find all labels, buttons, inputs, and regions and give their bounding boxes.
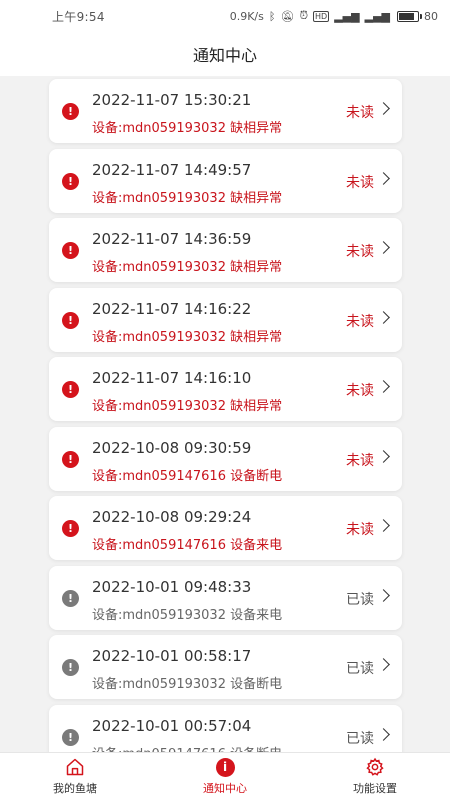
battery-level: 80 [424, 9, 438, 23]
notification-time: 2022-11-07 14:36:59 [92, 230, 252, 248]
hd-icon: HD [313, 10, 330, 22]
notification-message: 设备:mdn059147616 设备断电 [92, 743, 282, 753]
notification-card[interactable]: ! 2022-11-07 15:30:21 设备:mdn059193032 缺相异常… [49, 79, 402, 143]
notification-time: 2022-10-01 09:48:33 [92, 577, 252, 596]
read-status: 未读 [346, 105, 374, 121]
notification-message: 设备:mdn059193032 设备来电 [92, 607, 283, 623]
tab-settings[interactable]: 功能设置 [300, 753, 450, 800]
alarm-icon: ⏰︎ [299, 9, 309, 22]
notification-card[interactable]: ! 2022-11-07 14:36:59 设备:mdn059193032 缺相异常… [49, 218, 402, 282]
alert-icon: ! [62, 103, 79, 120]
notification-card[interactable]: ! 2022-11-07 14:49:57 设备:mdn059193032 缺相异常… [49, 148, 402, 213]
notification-card[interactable]: ! 2022-10-01 09:48:33 设备:mdn059193032 设备来电… [49, 565, 402, 630]
page-header: 通知中心 [0, 32, 450, 76]
notification-message: 设备:mdn059193032 缺相异常 [92, 121, 283, 136]
notification-message: 设备:mdn059193032 缺相异常 [92, 399, 283, 414]
notification-time: 2022-10-01 00:57:04 [92, 716, 252, 735]
alert-icon: ! [62, 589, 79, 607]
tab-my-ponds[interactable]: 我的鱼塘 [0, 753, 150, 800]
notification-time: 2022-11-07 14:16:22 [92, 299, 252, 318]
read-status: 已读 [346, 730, 374, 747]
chevron-right-icon [377, 102, 390, 115]
notification-card[interactable]: ! 2022-10-08 09:29:24 设备:mdn059147616 设备来电… [49, 496, 402, 560]
status-time: 上午9:54 [52, 9, 105, 24]
notification-time: 2022-11-07 15:30:21 [92, 91, 252, 109]
chevron-right-icon [377, 658, 390, 671]
notification-card[interactable]: ! 2022-10-01 00:57:04 设备:mdn059147616 设备断电… [49, 704, 402, 753]
chevron-right-icon [377, 241, 390, 254]
read-status: 未读 [346, 383, 374, 399]
notification-time: 2022-11-07 14:16:10 [92, 369, 252, 387]
chevron-right-icon [377, 519, 390, 532]
notification-time: 2022-10-08 09:29:24 [92, 508, 252, 526]
4g-signal-icon: ▂▄▆ [334, 9, 360, 23]
alert-icon: ! [62, 172, 79, 190]
info-icon: i [215, 757, 235, 777]
chevron-right-icon [377, 380, 390, 393]
bluetooth-icon: ᛒ [268, 9, 276, 23]
read-status: 已读 [346, 591, 374, 608]
alert-icon: ! [62, 520, 79, 537]
chevron-right-icon [377, 449, 390, 463]
alert-icon: ! [62, 659, 79, 676]
bottom-tab-bar: 我的鱼塘 i 通知中心 功能设置 [0, 752, 450, 800]
notification-card[interactable]: ! 2022-11-07 14:16:10 设备:mdn059193032 缺相异常… [49, 357, 402, 421]
alert-icon: ! [62, 728, 79, 746]
read-status: 已读 [346, 661, 374, 677]
notification-card[interactable]: ! 2022-10-01 00:58:17 设备:mdn059193032 设备断电… [49, 635, 402, 699]
notification-message: 设备:mdn059193032 设备断电 [92, 677, 283, 692]
tab-label: 我的鱼塘 [53, 782, 97, 795]
read-status: 未读 [346, 174, 374, 191]
tab-label: 功能设置 [353, 782, 397, 795]
notification-list[interactable]: ! 2022-11-07 15:30:21 设备:mdn059193032 缺相异常… [0, 76, 450, 752]
mute-icon: 🔕︎ [280, 9, 295, 23]
notification-message: 设备:mdn059147616 设备断电 [92, 468, 283, 484]
notification-message: 设备:mdn059193032 缺相异常 [92, 260, 283, 275]
read-status: 未读 [346, 452, 374, 469]
notification-card[interactable]: ! 2022-11-07 14:16:22 设备:mdn059193032 缺相异常… [49, 287, 402, 352]
alert-icon: ! [62, 242, 79, 259]
tab-notification-center[interactable]: i 通知中心 [150, 753, 300, 800]
home-icon [66, 758, 84, 776]
gear-icon [366, 757, 384, 776]
chevron-right-icon [377, 727, 390, 741]
notification-message: 设备:mdn059147616 设备来电 [92, 538, 283, 553]
read-status: 未读 [346, 313, 374, 330]
notification-message: 设备:mdn059193032 缺相异常 [92, 329, 283, 345]
read-status: 未读 [346, 244, 374, 260]
alert-icon: ! [62, 381, 79, 398]
notification-message: 设备:mdn059193032 缺相异常 [92, 190, 283, 206]
page-title: 通知中心 [192, 46, 257, 65]
tab-label: 通知中心 [203, 781, 247, 795]
read-status: 未读 [346, 522, 374, 538]
chevron-right-icon [377, 310, 390, 324]
alert-icon: ! [62, 450, 79, 468]
status-indicators: 0.9K/s ᛒ 🔕︎ ⏰︎ HD ▂▄▆ ▂▄▆ 80 [230, 9, 438, 23]
network-speed: 0.9K/s [229, 9, 264, 23]
status-bar: 上午9:54 0.9K/s ᛒ 🔕︎ ⏰︎ HD ▂▄▆ ▂▄▆ 80 [0, 0, 450, 32]
notification-time: 2022-11-07 14:49:57 [92, 160, 252, 179]
alert-icon: ! [62, 311, 79, 329]
notification-time: 2022-10-01 00:58:17 [92, 647, 252, 665]
3g-signal-icon: ▂▄▆ [364, 9, 390, 23]
battery-icon [397, 10, 422, 22]
chevron-right-icon [377, 171, 390, 185]
notification-card[interactable]: ! 2022-10-08 09:30:59 设备:mdn059147616 设备断电… [49, 426, 402, 491]
notification-time: 2022-10-08 09:30:59 [92, 438, 252, 457]
chevron-right-icon [377, 588, 390, 602]
